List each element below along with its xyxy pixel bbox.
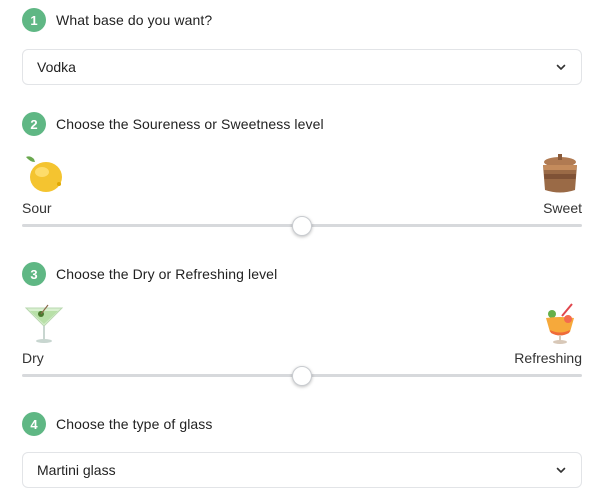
chevron-down-icon — [556, 64, 566, 70]
chevron-down-icon — [556, 467, 566, 473]
honey-pot-icon — [543, 154, 577, 193]
base-select[interactable]: Vodka — [22, 49, 582, 85]
step-title: Choose the Soureness or Sweetness level — [56, 116, 324, 132]
step-number-badge: 2 — [22, 112, 46, 136]
step-header: 3 Choose the Dry or Refreshing level — [22, 262, 582, 286]
martini-glass-icon — [24, 304, 64, 343]
sweetness-slider: Sour Sweet — [22, 152, 582, 252]
sour-end: Sour — [22, 152, 66, 216]
step-sweetness: 2 Choose the Soureness or Sweetness leve… — [22, 112, 582, 136]
sweetness-slider-thumb[interactable] — [292, 216, 312, 236]
step-header: 1 What base do you want? — [22, 8, 582, 32]
dry-label: Dry — [22, 350, 44, 366]
tropical-drink-icon — [546, 303, 574, 344]
step-title: What base do you want? — [56, 12, 213, 28]
refreshing-slider-thumb[interactable] — [292, 366, 312, 386]
sweet-label: Sweet — [543, 200, 582, 216]
step-title: Choose the type of glass — [56, 416, 213, 432]
refreshing-end: Refreshing — [514, 302, 582, 366]
step-title: Choose the Dry or Refreshing level — [56, 266, 278, 282]
sour-label: Sour — [22, 200, 52, 216]
dry-end: Dry — [22, 302, 66, 366]
refreshing-slider: Dry Refreshing — [22, 302, 582, 402]
sweet-end: Sweet — [538, 152, 582, 216]
step-number-badge: 3 — [22, 262, 46, 286]
step-number-badge: 1 — [22, 8, 46, 32]
refreshing-label: Refreshing — [514, 350, 582, 366]
step-number-badge: 4 — [22, 412, 46, 436]
glass-select[interactable]: Martini glass — [22, 452, 582, 488]
base-select-value: Vodka — [37, 59, 76, 75]
step-header: 4 Choose the type of glass — [22, 412, 582, 436]
lemon-icon — [26, 156, 62, 192]
step-glass: 4 Choose the type of glass — [22, 412, 582, 436]
step-refreshing: 3 Choose the Dry or Refreshing level — [22, 262, 582, 286]
step-header: 2 Choose the Soureness or Sweetness leve… — [22, 112, 582, 136]
step-base: 1 What base do you want? — [22, 8, 582, 32]
glass-select-value: Martini glass — [37, 462, 116, 478]
